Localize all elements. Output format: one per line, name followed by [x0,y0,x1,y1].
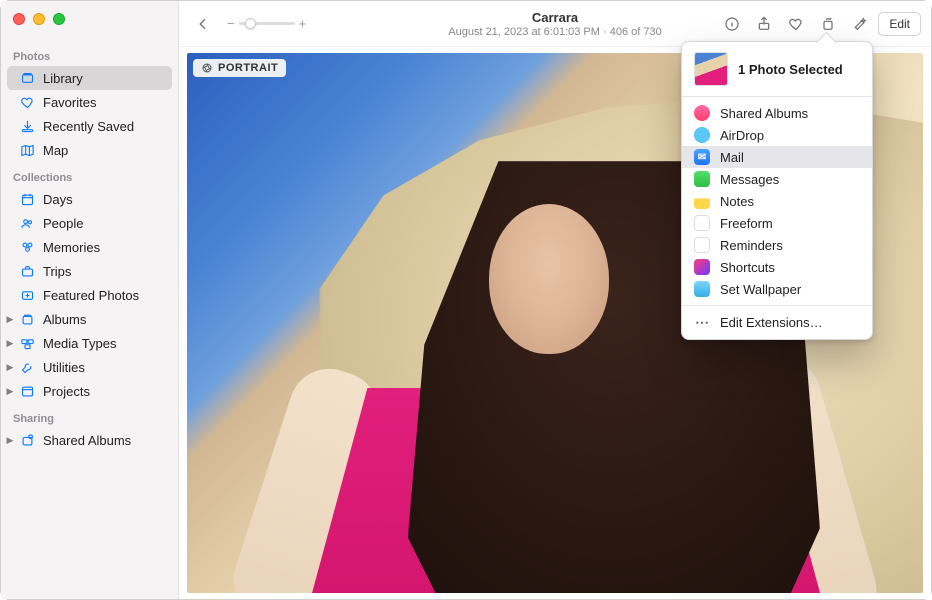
sidebar-item-memories[interactable]: Memories [7,235,172,259]
share-item-shortcuts[interactable]: Shortcuts [682,256,872,278]
chevron-right-icon[interactable]: ▶ [5,386,15,397]
library-icon [19,70,35,86]
zoom-window-button[interactable] [53,13,65,25]
shortcuts-app-icon [694,259,710,275]
sidebar-section-photos: Photos [1,49,178,66]
share-item-mail[interactable]: ✉ Mail [682,146,872,168]
sidebar-section-sharing: Sharing [1,411,178,428]
people-icon [19,215,35,231]
divider [682,96,872,97]
share-item-shared-albums[interactable]: Shared Albums [682,102,872,124]
sidebar-item-label: Media Types [43,336,116,351]
suitcase-icon [19,263,35,279]
notes-app-icon [694,193,710,209]
sidebar-item-favorites[interactable]: Favorites [7,90,172,114]
share-thumbnail [694,52,728,86]
share-item-messages[interactable]: Messages [682,168,872,190]
chevron-right-icon[interactable]: ▶ [5,362,15,373]
sidebar-item-label: Recently Saved [43,119,134,134]
edit-button[interactable]: Edit [878,12,921,36]
shared-albums-icon [19,432,35,448]
reminders-app-icon [694,237,710,253]
sidebar-item-projects[interactable]: ▶ Projects [7,379,172,403]
shared-albums-app-icon [694,105,710,121]
sidebar-item-label: Days [43,192,73,207]
chevron-right-icon[interactable]: ▶ [5,435,15,446]
sidebar-item-label: Trips [43,264,71,279]
share-item-reminders[interactable]: Reminders [682,234,872,256]
airdrop-app-icon [694,127,710,143]
messages-app-icon [694,171,710,187]
minimize-window-button[interactable] [33,13,45,25]
back-button[interactable] [189,10,217,38]
mediatypes-icon [19,335,35,351]
share-menu: 1 Photo Selected Shared Albums AirDrop ✉… [681,41,873,340]
calendar-icon [19,191,35,207]
auto-enhance-button[interactable] [846,10,874,38]
sidebar: Photos Library Favorites Recently Saved … [1,1,179,599]
sidebar-item-trips[interactable]: Trips [7,259,172,283]
share-item-notes[interactable]: Notes [682,190,872,212]
share-item-freeform[interactable]: Freeform [682,212,872,234]
sidebar-item-label: Utilities [43,360,85,375]
wallpaper-app-icon [694,281,710,297]
sidebar-section-collections: Collections [1,170,178,187]
close-window-button[interactable] [13,13,25,25]
sidebar-item-label: Featured Photos [43,288,139,303]
favorite-button[interactable] [782,10,810,38]
sidebar-item-label: Memories [43,240,100,255]
sidebar-item-label: People [43,216,83,231]
sidebar-item-label: Library [43,71,83,86]
portrait-badge: PORTRAIT [193,59,286,77]
sidebar-item-label: Favorites [43,95,96,110]
sparkle-icon [19,287,35,303]
download-icon [19,118,35,134]
freeform-app-icon [694,215,710,231]
sidebar-item-people[interactable]: People [7,211,172,235]
share-menu-header: 1 Photo Selected [682,42,872,96]
divider [682,305,872,306]
zoom-out-icon: − [227,16,235,31]
share-item-set-wallpaper[interactable]: Set Wallpaper [682,278,872,300]
zoom-slider[interactable]: − + [227,16,306,31]
albums-icon [19,311,35,327]
sidebar-item-label: Map [43,143,68,158]
sidebar-item-featured-photos[interactable]: Featured Photos [7,283,172,307]
memories-icon [19,239,35,255]
zoom-in-icon: + [299,16,307,31]
window-controls [13,13,65,25]
sidebar-item-utilities[interactable]: ▶ Utilities [7,355,172,379]
chevron-right-icon[interactable]: ▶ [5,338,15,349]
sidebar-item-shared-albums[interactable]: ▶ Shared Albums [7,428,172,452]
sidebar-item-days[interactable]: Days [7,187,172,211]
info-button[interactable] [718,10,746,38]
wrench-icon [19,359,35,375]
extensions-icon: ⋯ [694,314,710,330]
chevron-right-icon[interactable]: ▶ [5,314,15,325]
sidebar-item-albums[interactable]: ▶ Albums [7,307,172,331]
sidebar-item-label: Albums [43,312,86,327]
share-item-airdrop[interactable]: AirDrop [682,124,872,146]
share-item-edit-extensions[interactable]: ⋯ Edit Extensions… [682,311,872,333]
aperture-icon [201,62,213,74]
sidebar-item-map[interactable]: Map [7,138,172,162]
mail-app-icon: ✉ [694,149,710,165]
share-button[interactable] [750,10,778,38]
projects-icon [19,383,35,399]
sidebar-item-label: Shared Albums [43,433,131,448]
sidebar-item-recently-saved[interactable]: Recently Saved [7,114,172,138]
sidebar-item-media-types[interactable]: ▶ Media Types [7,331,172,355]
map-icon [19,142,35,158]
sidebar-item-library[interactable]: Library [7,66,172,90]
heart-icon [19,94,35,110]
sidebar-item-label: Projects [43,384,90,399]
